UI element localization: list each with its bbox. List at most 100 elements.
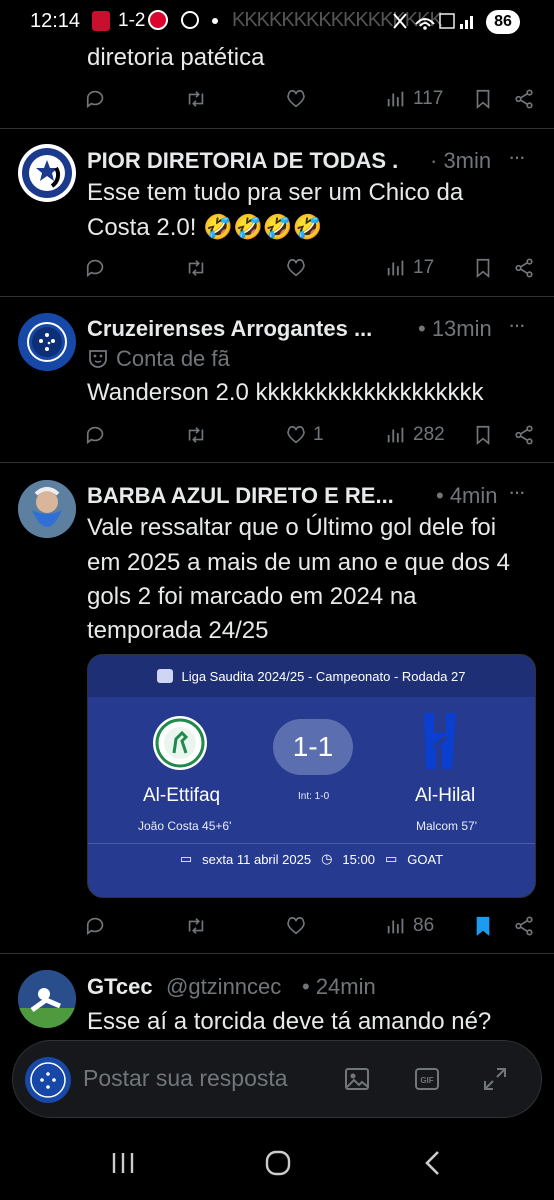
battery-level: 86 [486, 10, 520, 34]
calendar-icon: ▭ [179, 851, 193, 866]
account-label: Conta de fã [116, 346, 230, 371]
tweet-author-name[interactable]: GTcec [87, 974, 153, 1000]
avatar[interactable] [18, 970, 76, 1028]
system-nav-bar [0, 1130, 554, 1200]
whatsapp-icon [181, 11, 199, 29]
reply-icon[interactable] [85, 253, 107, 283]
tweet-author-name[interactable]: BARBA AZUL DIRETO E RE... [87, 483, 394, 509]
like-icon[interactable] [285, 911, 307, 941]
views-count: 282 [413, 424, 445, 445]
tweet-actions: 117 [85, 84, 535, 114]
bookmark-filled-icon[interactable] [472, 911, 494, 941]
bookmark-icon[interactable] [472, 253, 494, 283]
fan-account-icon [87, 347, 109, 369]
reply-composer[interactable]: Postar sua resposta GIF [12, 1040, 542, 1118]
match-info: ▭ sexta 11 abril 2025 ◷ 15:00 ▭ GOAT [88, 843, 535, 874]
tweet-text-line: Vale ressaltar que o Último gol dele foi [87, 514, 497, 541]
live-score: 1-2 [118, 10, 146, 31]
tweet-actions: 17 [85, 253, 535, 283]
bookmark-icon[interactable] [472, 420, 494, 450]
notification-dot-icon [212, 18, 218, 24]
reply-icon[interactable] [85, 420, 107, 450]
al-ettifaq-crest-icon [152, 715, 208, 771]
image-icon[interactable] [343, 1065, 371, 1093]
status-bar: 12:14 1-2 KKKKKKKKKKKKKKKKK 86 [0, 0, 554, 44]
match-date: sexta 11 abril 2025 [202, 851, 312, 867]
tweet-time: · 3min [430, 148, 492, 173]
tweet-text-line: Esse aí a torcida deve tá amando né? [87, 1008, 492, 1035]
share-icon[interactable] [513, 253, 535, 283]
al-hilal-crest-icon [418, 711, 462, 771]
views-stat[interactable]: 117 [385, 84, 443, 114]
reply-input[interactable]: Postar sua resposta [83, 1065, 288, 1092]
tweet-time: • 13min [418, 316, 492, 341]
league-title: Liga Saudita 2024/25 - Campeonato - Roda… [181, 668, 466, 684]
home-button[interactable] [264, 1150, 292, 1181]
tweet-text-line: temporada 24/25 [87, 617, 269, 644]
halftime-score: Int: 1-0 [298, 791, 330, 802]
home-team-name: Al-Ettifaq [143, 785, 221, 806]
avatar[interactable] [18, 313, 76, 371]
tweet-actions: 86 [85, 911, 535, 941]
tweet-handle[interactable]: @gtzinncec [166, 974, 281, 1000]
reply-icon[interactable] [85, 911, 107, 941]
repost-icon[interactable] [185, 420, 207, 450]
gif-icon[interactable]: GIF [413, 1065, 441, 1093]
repost-icon[interactable] [185, 911, 207, 941]
bookmark-icon[interactable] [472, 84, 494, 114]
tweet-text-line: Wanderson 2.0 kkkkkkkkkkkkkkkkkkk [87, 379, 484, 406]
back-button[interactable] [422, 1150, 444, 1181]
views-count: 17 [413, 257, 435, 278]
tweet-text-line: gols 2 foi marcado em 2024 na [87, 583, 417, 610]
tweet-text-line: Costa 2.0! 🤣🤣🤣🤣 [87, 214, 323, 241]
repost-icon[interactable] [185, 253, 207, 283]
share-icon[interactable] [513, 911, 535, 941]
recent-apps-button[interactable] [110, 1150, 136, 1181]
share-icon[interactable] [513, 84, 535, 114]
tweet-text-line: em 2025 a mais de um ano e que dos 4 [87, 549, 510, 576]
more-options-icon[interactable]: ··· [508, 479, 526, 505]
divider [0, 296, 554, 297]
avatar[interactable] [18, 480, 76, 538]
repost-icon[interactable] [185, 84, 207, 114]
match-score: 1-1 [273, 719, 353, 775]
match-time: 15:00 [342, 851, 375, 867]
match-card-image[interactable]: Liga Saudita 2024/25 - Campeonato - Roda… [87, 654, 536, 898]
tweet-author-name[interactable]: PIOR DIRETORIA DE TODAS . [87, 148, 398, 174]
like-icon[interactable] [285, 253, 307, 283]
team-crest-icon [92, 11, 110, 31]
views-count: 86 [413, 915, 435, 936]
broadcaster: GOAT [407, 851, 444, 867]
away-team-name: Al-Hilal [415, 785, 476, 806]
reply-icon[interactable] [85, 84, 107, 114]
views-stat[interactable]: 17 [385, 253, 434, 283]
avatar[interactable] [18, 144, 76, 202]
expand-icon[interactable] [481, 1065, 509, 1093]
tv-icon: ▭ [384, 851, 398, 866]
divider [0, 462, 554, 463]
views-count: 117 [413, 88, 444, 109]
tweet-actions: 1 282 [85, 420, 535, 450]
status-time: 12:14 [30, 10, 81, 32]
card-header: Liga Saudita 2024/25 - Campeonato - Roda… [88, 655, 535, 697]
status-icons [392, 10, 480, 36]
more-options-icon[interactable]: ··· [508, 312, 526, 338]
views-stat[interactable]: 86 [385, 911, 434, 941]
bayern-crest-icon [148, 10, 168, 30]
tweet-text-fragment: diretoria patética [87, 44, 265, 71]
tweet-author-name[interactable]: Cruzeirenses Arrogantes ... [87, 316, 372, 342]
views-stat[interactable]: 282 [385, 420, 445, 450]
svg-text:GIF: GIF [420, 1076, 433, 1085]
league-logo-icon [157, 669, 174, 683]
my-avatar [25, 1057, 71, 1103]
more-options-icon[interactable]: ··· [508, 144, 526, 170]
like-icon[interactable]: 1 [285, 420, 324, 450]
away-scorer: Malcom 57' [416, 819, 477, 833]
tweet-text-line: Esse tem tudo pra ser um Chico da [87, 179, 464, 206]
like-icon[interactable] [285, 84, 307, 114]
tweet-time: • 4min [436, 483, 498, 508]
share-icon[interactable] [513, 420, 535, 450]
home-scorer: João Costa 45+6' [138, 819, 232, 833]
clock-icon: ◷ [321, 851, 333, 866]
likes-count: 1 [313, 424, 324, 445]
